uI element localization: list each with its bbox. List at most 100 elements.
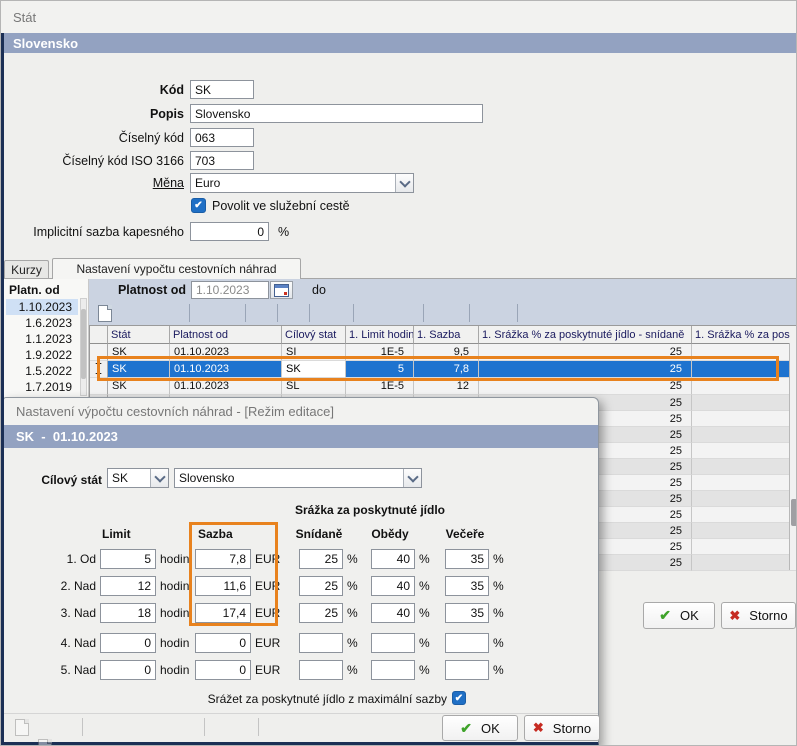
obedy-input[interactable]: 40 — [371, 549, 415, 569]
sazba-input[interactable]: 7,8 — [195, 549, 251, 569]
tab-nahrady[interactable]: Nastavení vypočtu cestovních náhrad — [52, 258, 301, 279]
table-row-selected[interactable]: I SK 01.10.2023 SK 5 7,8 25 — [90, 361, 797, 378]
column-header[interactable]: Platnost od — [170, 326, 282, 344]
toolbar-separator — [517, 304, 518, 322]
povolit-label: Povolit ve služební cestě — [212, 198, 350, 214]
row-label: 5. Nad — [32, 660, 96, 680]
dialog-storno-button[interactable]: ✖Storno — [524, 715, 600, 741]
iso-kod-input[interactable]: 703 — [190, 151, 254, 170]
limit-input[interactable]: 0 — [100, 660, 156, 680]
table-scrollbar[interactable] — [789, 343, 797, 570]
snidane-input[interactable]: 25 — [299, 549, 343, 569]
percent-unit: % — [419, 633, 430, 653]
storno-label: Storno — [553, 721, 591, 736]
mena-label[interactable]: Měna — [4, 173, 184, 193]
main-storno-button[interactable]: ✖Storno — [721, 602, 796, 629]
toolbar-separator — [245, 304, 246, 322]
sazba-input[interactable]: 0 — [195, 633, 251, 653]
scrollbar-thumb[interactable] — [81, 309, 86, 379]
copy-record-button-disabled[interactable]: ▶ — [35, 737, 55, 746]
cross-icon: ✖ — [729, 608, 740, 624]
platnost-od-filter-label: Platnost od — [96, 281, 186, 299]
limit-input[interactable]: 18 — [100, 603, 156, 623]
percent-unit: % — [347, 633, 358, 653]
dropdown-button[interactable] — [150, 469, 168, 487]
kod-input[interactable]: SK — [190, 80, 254, 99]
side-item-date[interactable]: 1.5.2022 — [6, 363, 78, 379]
cell: 01.10.2023 — [170, 344, 282, 361]
side-item-date[interactable]: 1.1.2023 — [6, 331, 78, 347]
column-header[interactable]: Cílový stat — [282, 326, 346, 344]
limit-input[interactable]: 12 — [100, 576, 156, 596]
side-item-date[interactable]: 1.6.2023 — [6, 315, 78, 331]
mena-combobox[interactable]: Euro — [190, 173, 414, 193]
ok-label: OK — [680, 608, 699, 623]
cilovy-stat-code: SK — [108, 471, 150, 485]
table-row[interactable]: SK 01.10.2023 SI 1E-5 9,5 25 — [90, 344, 797, 361]
dropdown-button[interactable] — [403, 469, 421, 487]
sazba-input[interactable]: 11,6 — [195, 576, 251, 596]
percent-unit: % — [347, 660, 358, 680]
table-row[interactable]: SK 01.10.2023 SL 1E-5 12 25 — [90, 378, 797, 395]
column-header[interactable]: 1. Limit hodin — [346, 326, 414, 344]
vecere-input[interactable]: 35 — [445, 549, 489, 569]
chevron-down-icon — [407, 471, 418, 482]
side-item-date[interactable]: 1.7.2019 — [6, 379, 78, 395]
obedy-input[interactable] — [371, 633, 415, 653]
row-indicator-cell — [90, 344, 108, 361]
column-header[interactable]: 1. Srážka % za pos — [692, 326, 797, 344]
dialog-ok-button[interactable]: ✔OK — [442, 715, 518, 741]
new-record-button-disabled[interactable] — [12, 717, 32, 737]
cilovy-stat-name-combobox[interactable]: Slovensko — [174, 468, 422, 488]
sazba-input[interactable]: 0 — [195, 660, 251, 680]
obedy-input[interactable]: 40 — [371, 576, 415, 596]
vecere-input[interactable]: 35 — [445, 576, 489, 596]
cell: SK — [108, 361, 170, 378]
povolit-checkbox[interactable] — [191, 198, 206, 213]
obedy-input[interactable]: 40 — [371, 603, 415, 623]
ciselny-kod-label: Číselný kód — [4, 128, 184, 147]
side-panel-scrollbar[interactable] — [80, 298, 87, 396]
hodin-unit: hodin — [160, 576, 189, 596]
snidane-input[interactable]: 25 — [299, 576, 343, 596]
eur-unit: EUR — [255, 576, 280, 596]
main-ok-button[interactable]: ✔OK — [643, 602, 715, 629]
percent-unit: % — [419, 603, 430, 623]
kapesne-input[interactable]: 0 — [190, 222, 269, 241]
side-item-date[interactable]: 1.10.2023 — [6, 299, 78, 315]
cell: 25 — [479, 361, 692, 378]
limit-input[interactable]: 5 — [100, 549, 156, 569]
ciselny-kod-input[interactable]: 063 — [190, 128, 254, 147]
cell: 1E-5 — [346, 378, 414, 395]
platnost-od-filter-input[interactable]: 1.10.2023 — [191, 281, 269, 299]
eur-unit: EUR — [255, 660, 280, 680]
popis-input[interactable]: Slovensko — [190, 104, 483, 123]
cell — [692, 344, 797, 361]
sazba-input[interactable]: 17,4 — [195, 603, 251, 623]
mena-value: Euro — [191, 176, 395, 190]
cilovy-stat-code-combobox[interactable]: SK — [107, 468, 169, 488]
calendar-button[interactable] — [270, 281, 293, 299]
snidane-input[interactable] — [299, 660, 343, 680]
limit-input[interactable]: 0 — [100, 633, 156, 653]
vecere-input[interactable] — [445, 633, 489, 653]
vecere-input[interactable]: 35 — [445, 603, 489, 623]
column-header[interactable]: 1. Srážka % za poskytnuté jídlo - snídan… — [479, 326, 692, 344]
percent-unit: % — [419, 549, 430, 569]
scrollbar-thumb[interactable] — [791, 499, 797, 526]
column-header[interactable]: 1. Sazba — [414, 326, 479, 344]
srazet-checkbox[interactable] — [452, 691, 466, 705]
mena-dropdown-button[interactable] — [395, 174, 413, 192]
vecere-input[interactable] — [445, 660, 489, 680]
new-record-button[interactable] — [95, 303, 115, 323]
eur-unit: EUR — [255, 549, 280, 569]
sazba-column-header: Sazba — [198, 527, 233, 541]
snidane-input[interactable]: 25 — [299, 603, 343, 623]
column-header[interactable]: Stát — [108, 326, 170, 344]
side-item-date[interactable]: 1.9.2022 — [6, 347, 78, 363]
tab-kurzy[interactable]: Kurzy — [4, 260, 49, 278]
obedy-input[interactable] — [371, 660, 415, 680]
snidane-input[interactable] — [299, 633, 343, 653]
popis-label: Popis — [4, 104, 184, 123]
cell: 1E-5 — [346, 344, 414, 361]
